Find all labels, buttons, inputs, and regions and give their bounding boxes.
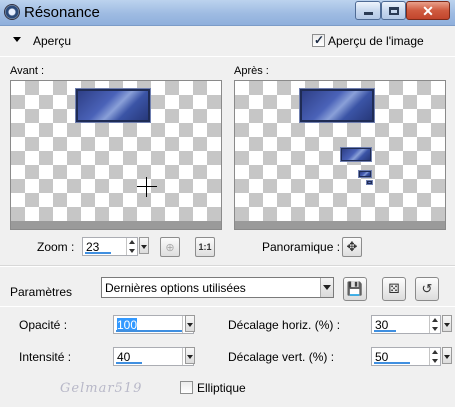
spin-up-icon[interactable] — [129, 240, 135, 244]
maximize-button[interactable] — [381, 1, 406, 20]
image-thumbnail — [75, 88, 151, 123]
actual-size-icon: 1:1 — [198, 242, 212, 252]
zoom-spinner[interactable] — [126, 238, 137, 255]
decalage-horiz-label: Décalage horiz. (%) : — [228, 318, 341, 332]
spin-up-icon[interactable] — [432, 350, 438, 354]
zoom-actual-size-button[interactable]: 1:1 — [195, 237, 215, 257]
preview-after-pane[interactable] — [234, 80, 446, 230]
zoom-input[interactable]: 23 — [82, 237, 138, 256]
pan-button[interactable]: ✥ — [342, 237, 362, 257]
decalage-vert-dropdown-button[interactable] — [442, 347, 452, 364]
pane-scrollbar — [235, 221, 445, 229]
randomize-button[interactable]: ⚄ — [382, 277, 406, 301]
opacite-dropdown-button[interactable] — [185, 315, 195, 332]
apercu-image-label[interactable]: Aperçu de l'image — [328, 34, 424, 48]
minimize-button[interactable] — [355, 1, 381, 20]
separator — [0, 56, 455, 57]
zoom-underline — [85, 252, 111, 254]
save-preset-button[interactable]: 💾 — [343, 277, 367, 301]
crosshair-icon — [137, 177, 157, 197]
dice-icon: ⚄ — [388, 281, 400, 296]
decalage-horiz-dropdown-button[interactable] — [442, 315, 452, 332]
opacite-label: Opacité : — [19, 318, 68, 332]
elliptique-label[interactable]: Elliptique — [197, 381, 246, 395]
watermark: Gelmar519 — [60, 381, 143, 396]
echo-thumbnail — [366, 180, 373, 185]
pane-scrollbar — [11, 221, 221, 229]
preview-before-pane[interactable] — [10, 80, 222, 230]
close-button[interactable]: ✕ — [406, 1, 450, 20]
separator — [0, 265, 455, 267]
decalage-horiz-spinner[interactable] — [429, 316, 440, 333]
reset-icon: ↺ — [421, 281, 433, 296]
reset-button[interactable]: ↺ — [415, 277, 439, 301]
decalage-vert-label: Décalage vert. (%) : — [228, 350, 335, 364]
image-thumbnail — [299, 88, 375, 123]
spin-down-icon[interactable] — [432, 327, 438, 331]
spin-up-icon[interactable] — [432, 318, 438, 322]
apercu-label[interactable]: Aperçu — [33, 34, 71, 48]
move-icon: ✥ — [346, 239, 358, 254]
intensite-dropdown-button[interactable] — [185, 347, 195, 364]
decalage-horiz-slider-fill — [374, 330, 396, 332]
preset-value: Dernières options utilisées — [105, 281, 246, 295]
decalage-vert-input[interactable]: 50 — [371, 347, 441, 366]
spin-down-icon[interactable] — [129, 249, 135, 253]
separator — [0, 306, 455, 307]
opacite-slider-fill — [116, 330, 182, 332]
echo-thumbnail — [340, 147, 372, 162]
avant-label: Avant : — [10, 65, 45, 77]
minimize-icon — [363, 12, 373, 15]
apercu-image-checkbox[interactable] — [312, 33, 325, 47]
echo-thumbnail — [358, 170, 372, 178]
zoom-dropdown-button[interactable] — [139, 237, 149, 254]
intensite-slider-fill — [116, 362, 142, 364]
maximize-icon — [388, 6, 399, 15]
fit-icon: ⊕ — [165, 241, 175, 254]
pan-label: Panoramique : — [262, 240, 341, 254]
intensite-input[interactable]: 40 — [113, 347, 194, 366]
window-title: Résonance — [24, 4, 100, 21]
save-icon: 💾 — [346, 281, 364, 296]
spin-down-icon[interactable] — [432, 359, 438, 363]
intensite-label: Intensité : — [19, 350, 72, 364]
chevron-down-icon[interactable] — [320, 278, 333, 297]
opacite-input[interactable]: 100 — [113, 315, 194, 334]
close-icon: ✕ — [422, 2, 434, 19]
zoom-label: Zoom : — [37, 240, 75, 254]
preset-combo[interactable]: Dernières options utilisées — [101, 277, 334, 298]
zoom-fit-button[interactable]: ⊕ — [160, 237, 180, 257]
decalage-vert-spinner[interactable] — [429, 348, 440, 365]
collapse-arrow-icon[interactable] — [13, 37, 21, 42]
elliptique-checkbox[interactable] — [180, 381, 193, 394]
decalage-horiz-input[interactable]: 30 — [371, 315, 441, 334]
app-icon — [4, 4, 20, 20]
decalage-vert-slider-fill — [374, 362, 410, 364]
apres-label: Après : — [234, 65, 269, 77]
params-label: Paramètres — [10, 285, 73, 299]
title-bar: Résonance ✕ — [0, 0, 455, 26]
